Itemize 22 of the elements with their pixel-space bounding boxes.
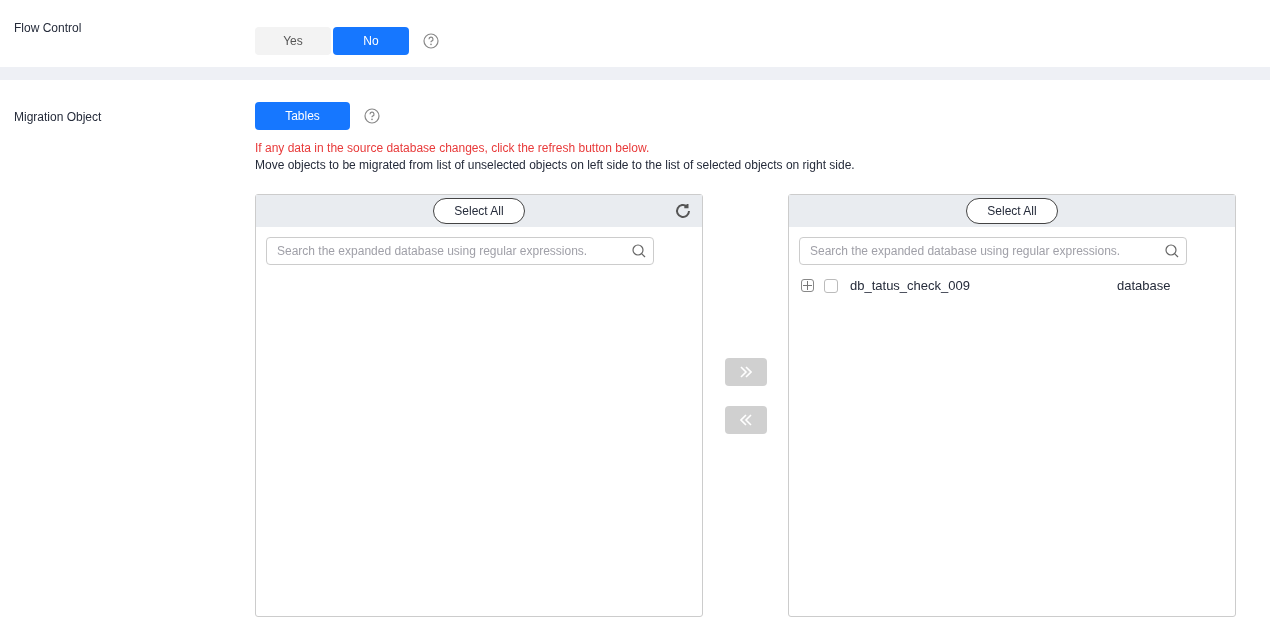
item-type: database — [1117, 278, 1171, 293]
checkbox[interactable] — [824, 278, 838, 293]
toggle-option[interactable]: Tables — [255, 102, 350, 130]
field-label: Migration Object — [13, 109, 103, 126]
search-icon[interactable] — [1165, 244, 1179, 258]
expand-toggle[interactable] — [801, 279, 814, 292]
refresh-icon[interactable] — [674, 202, 692, 220]
help-icon[interactable] — [423, 32, 439, 49]
double-chevron-right-icon — [739, 365, 752, 378]
double-chevron-left-icon — [739, 413, 752, 426]
field-label: Flow Control — [13, 20, 83, 37]
hint-text: Move objects to be migrated from list of unselected objects on left side to the list of selected objects on right side. — [255, 158, 856, 172]
toggle-option[interactable]: No — [333, 26, 409, 55]
help-icon[interactable] — [364, 108, 380, 124]
item-name: db_tatus_check_009 — [850, 278, 971, 293]
select-all-button[interactable]: Select All — [966, 198, 1058, 224]
toggle-option[interactable]: Yes — [255, 26, 331, 55]
search-icon[interactable] — [632, 244, 646, 258]
select-all-button[interactable]: Select All — [433, 198, 525, 224]
search-field[interactable]: Search the expanded database using regular expressions. — [266, 237, 654, 265]
search-field[interactable]: Search the expanded database using regular expressions. — [799, 237, 1187, 265]
warning-text: If any data in the source database changes, click the refresh button below. — [255, 141, 651, 155]
